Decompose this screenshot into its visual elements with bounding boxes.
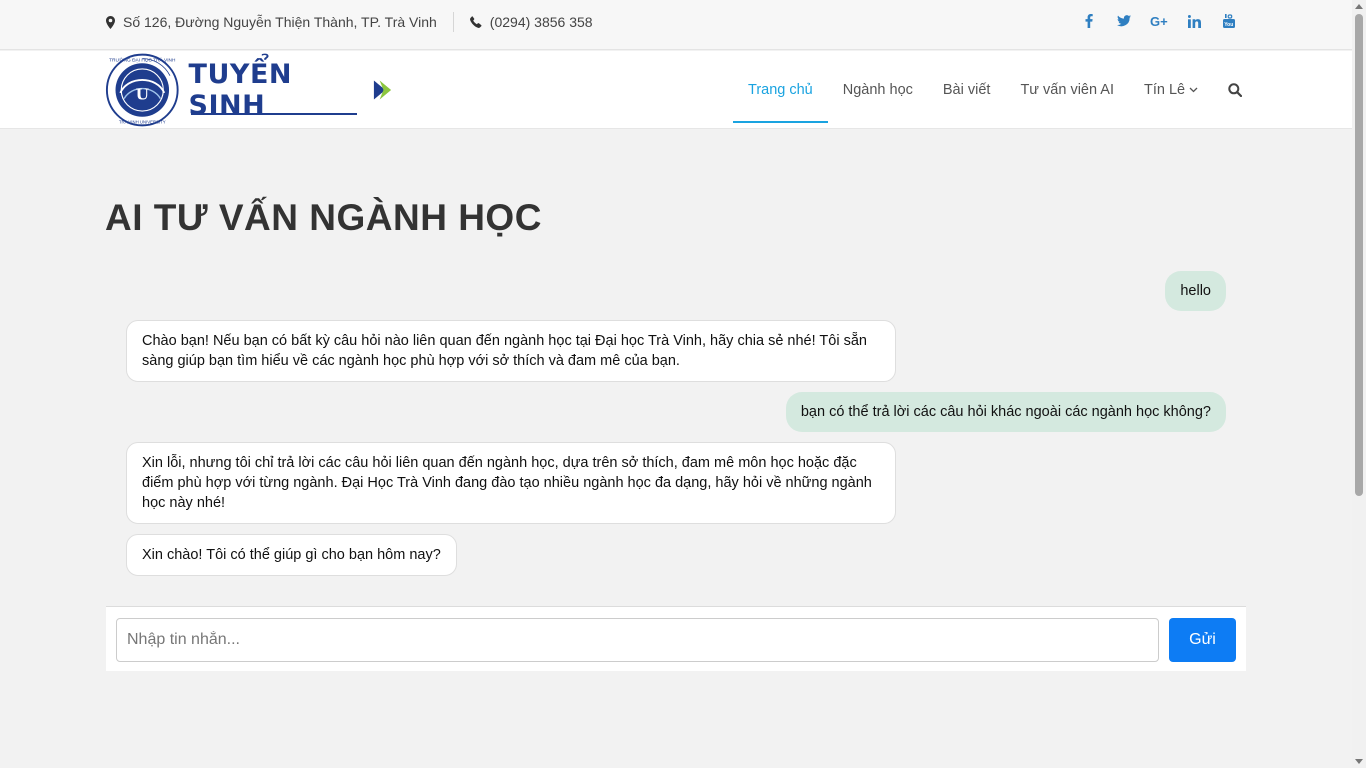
nav-item-majors[interactable]: Ngành học	[828, 51, 928, 129]
user-name: Tín Lê	[1143, 82, 1186, 98]
nav-item-articles[interactable]: Bài viết	[928, 51, 1006, 129]
contact-divider	[452, 12, 454, 32]
address-item: Số 126, Đường Nguyễn Thiện Thành, TP. Tr…	[106, 14, 437, 30]
university-seal-icon: U TRƯỜNG ĐẠI HỌC TRÀ VINH TRA VINH UNIVE…	[105, 53, 179, 127]
google-plus-icon[interactable]: G+	[1149, 12, 1169, 30]
scrollbar-thumb[interactable]	[1355, 14, 1363, 496]
map-marker-icon	[106, 15, 115, 29]
svg-text:U: U	[136, 86, 149, 104]
linkedin-icon[interactable]	[1184, 12, 1204, 30]
phone-item: (0294) 3856 358	[469, 14, 593, 30]
nav-item-ai-advisor[interactable]: Tư vấn viên AI	[1005, 51, 1129, 129]
page-title: AI TƯ VẤN NGÀNH HỌC	[105, 197, 542, 238]
site-logo[interactable]: U TRƯỜNG ĐẠI HỌC TRÀ VINH TRA VINH UNIVE…	[105, 51, 395, 129]
nav-item-user-menu[interactable]: Tín Lê	[1129, 51, 1213, 129]
nav-item-home[interactable]: Trang chủ	[733, 51, 828, 129]
search-icon	[1228, 83, 1243, 97]
facebook-icon[interactable]	[1079, 12, 1099, 30]
chat-message-user: bạn có thể trả lời các câu hỏi khác ngoà…	[785, 392, 1226, 432]
phone-icon	[469, 16, 482, 28]
contact-info: Số 126, Đường Nguyễn Thiện Thành, TP. Tr…	[106, 12, 593, 32]
address-text: Số 126, Đường Nguyễn Thiện Thành, TP. Tr…	[123, 14, 437, 30]
chat-message-bot: Xin chào! Tôi có thể giúp gì cho bạn hôm…	[126, 534, 457, 576]
logo-arrow-icon	[373, 80, 392, 100]
logo-underline	[190, 113, 357, 115]
main-nav: Trang chủ Ngành học Bài viết Tư vấn viên…	[733, 51, 1254, 129]
logo-text: TUYỂN SINH	[188, 59, 292, 121]
svg-text:You: You	[1224, 22, 1233, 28]
page-scrollbar[interactable]	[1352, 0, 1366, 768]
chat-message-bot: Chào bạn! Nếu bạn có bất kỳ câu hỏi nào …	[126, 320, 896, 382]
twitter-icon[interactable]	[1114, 12, 1134, 30]
chevron-down-icon	[1189, 87, 1198, 93]
phone-text[interactable]: (0294) 3856 358	[490, 14, 593, 30]
svg-text:G+: G+	[1150, 15, 1168, 27]
chat-message-user: hello	[1165, 271, 1226, 311]
youtube-icon[interactable]: You	[1219, 12, 1239, 30]
message-input[interactable]	[116, 618, 1159, 662]
chat-message-bot: Xin lỗi, nhưng tôi chỉ trả lời các câu h…	[126, 442, 896, 524]
chat-composer: Gửi	[106, 606, 1246, 671]
scroll-up-arrow-icon[interactable]	[1355, 4, 1363, 9]
search-button[interactable]	[1213, 51, 1254, 129]
svg-text:TRA VINH UNIVERSITY: TRA VINH UNIVERSITY	[119, 119, 166, 124]
site-header: U TRƯỜNG ĐẠI HỌC TRÀ VINH TRA VINH UNIVE…	[0, 51, 1352, 129]
send-button[interactable]: Gửi	[1169, 618, 1236, 662]
logo-wordmark: TUYỂN SINH	[189, 59, 395, 121]
social-links: G+ You	[1064, 12, 1239, 30]
scroll-down-arrow-icon[interactable]	[1355, 759, 1363, 764]
top-contact-bar: Số 126, Đường Nguyễn Thiện Thành, TP. Tr…	[0, 0, 1352, 50]
